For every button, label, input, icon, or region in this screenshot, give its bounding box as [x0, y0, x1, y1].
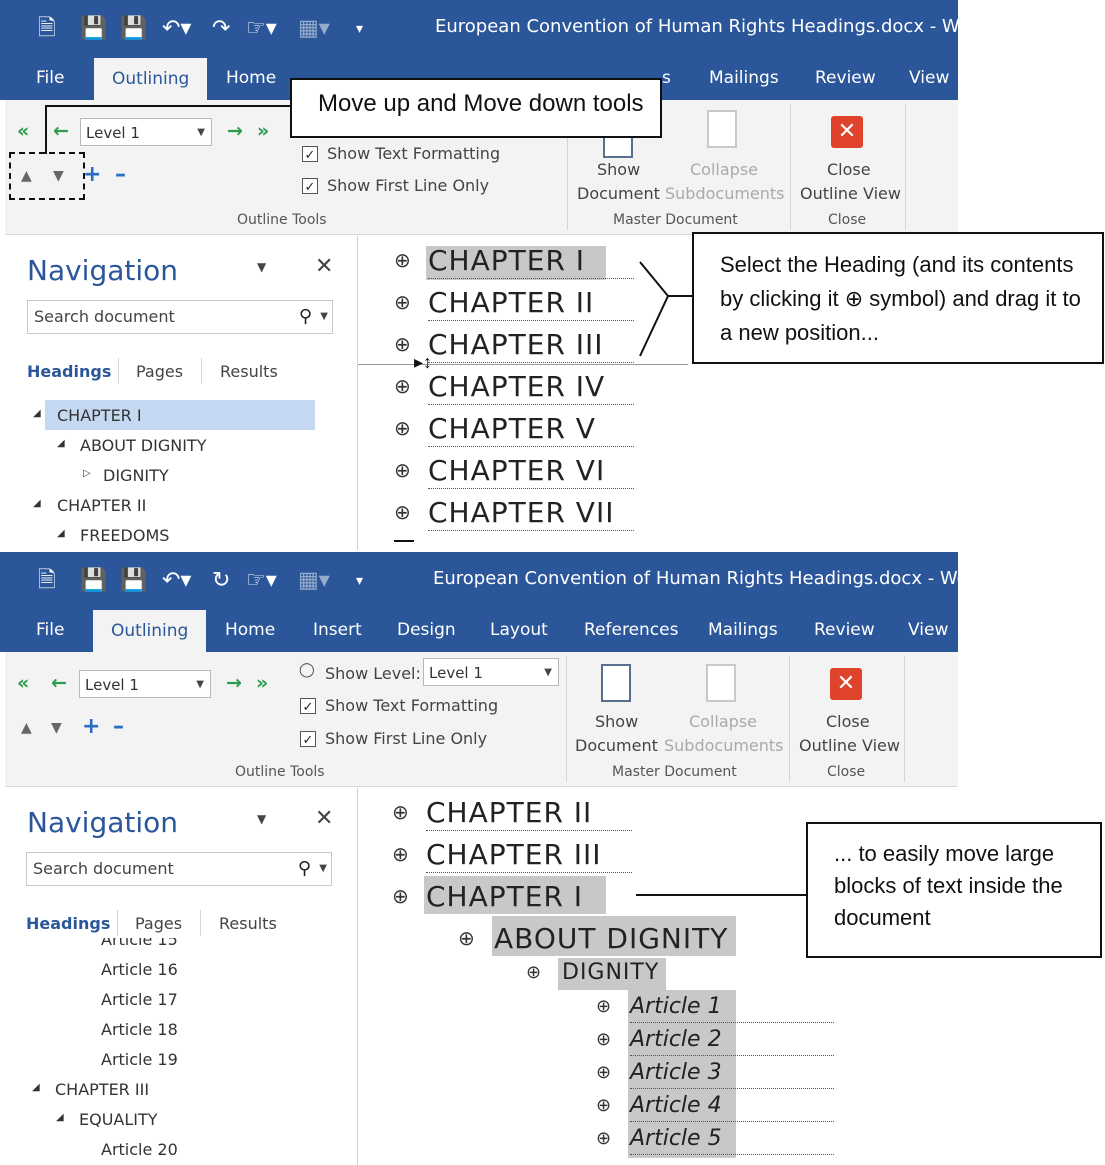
callout-select-heading: Select the Heading (and its contents by … [692, 232, 1104, 364]
callout-move-blocks-text: ... to easily move large blocks of text … [834, 841, 1063, 930]
callout-select-heading-text: Select the Heading (and its contents by … [720, 252, 1081, 345]
callout-connector [45, 105, 806, 896]
callout-move-blocks: ... to easily move large blocks of text … [806, 822, 1102, 958]
